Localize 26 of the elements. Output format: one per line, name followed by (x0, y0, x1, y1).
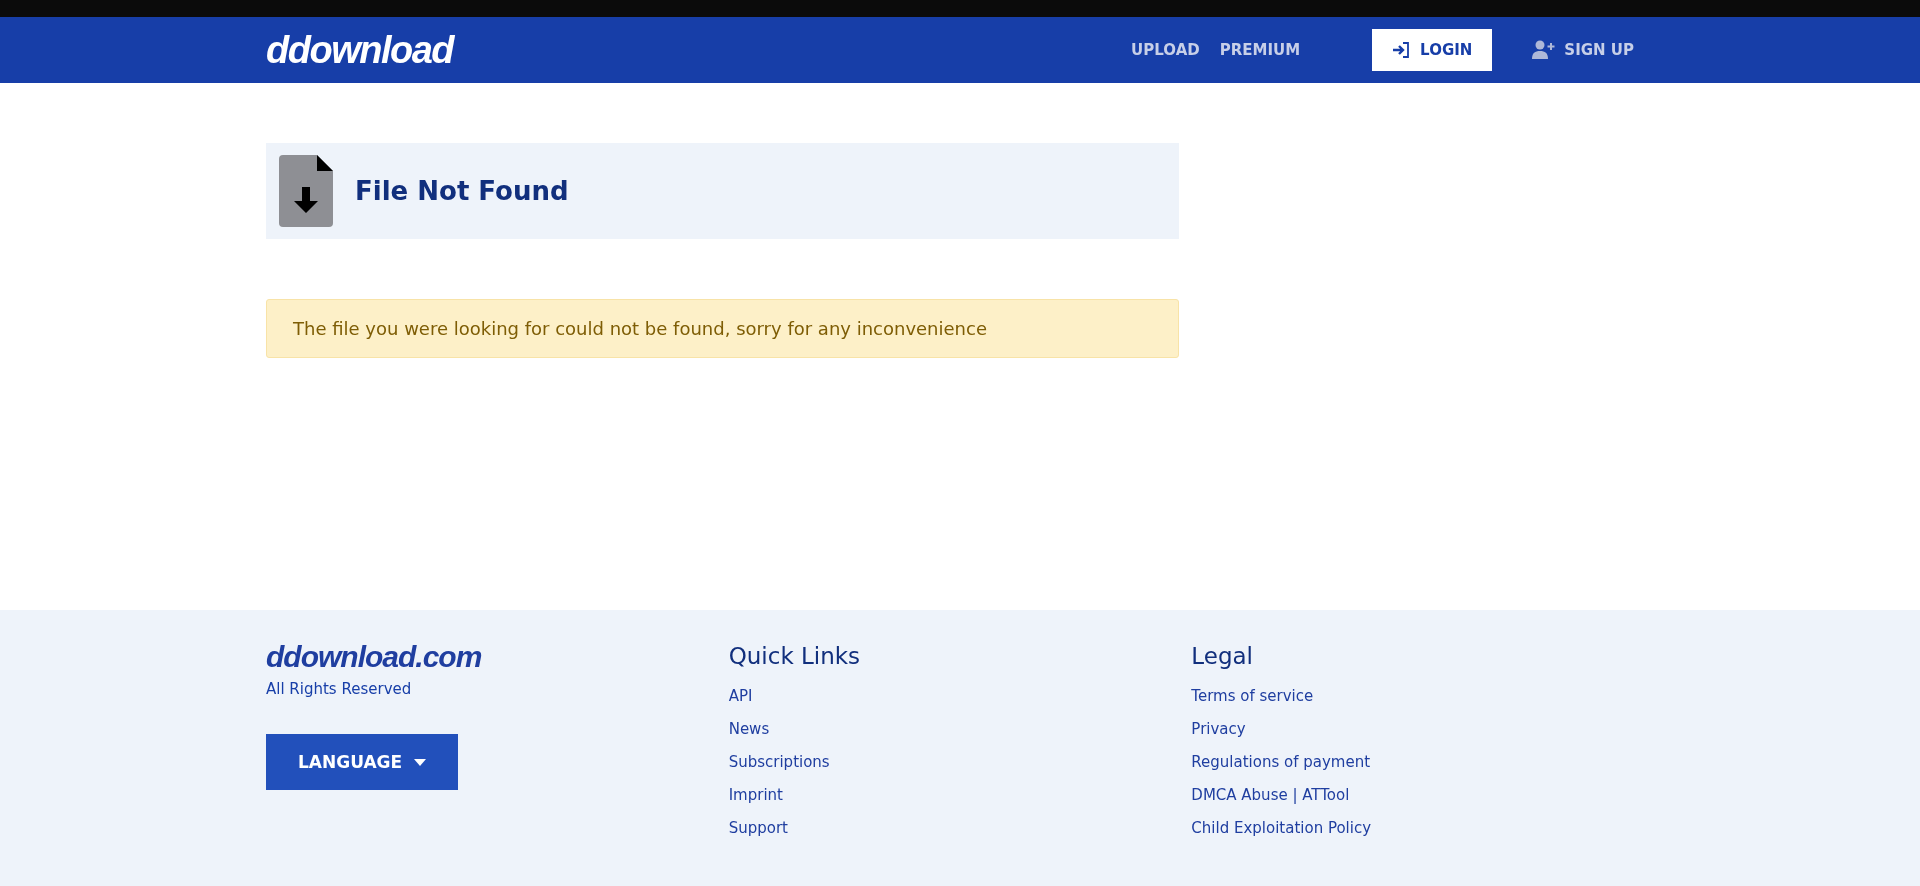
footer-link[interactable]: Privacy (1191, 720, 1246, 738)
footer-link[interactable]: Support (728, 819, 788, 837)
login-button[interactable]: LOGIN (1372, 29, 1493, 71)
footer-link[interactable]: Imprint (728, 786, 783, 804)
footer-heading: Legal (1191, 643, 1253, 669)
alert-message: The file you were looking for could not be found, sorry for any inconvenience (293, 318, 987, 339)
nav-link[interactable]: UPLOAD (1131, 41, 1200, 59)
page-title: File Not Found (355, 176, 569, 206)
footer-link[interactable]: Subscriptions (728, 753, 830, 771)
site-logo[interactable]: ddownload (266, 28, 454, 72)
caret-icon (414, 758, 427, 766)
footer-link[interactable]: News (728, 720, 770, 738)
user-plus-icon (1532, 40, 1557, 60)
footer-link[interactable]: DMCA Abuse | ATTool (1191, 786, 1350, 804)
footer-link[interactable]: Regulations of payment (1191, 753, 1371, 771)
language-button[interactable]: LANGUAGE (266, 734, 459, 790)
file-download-icon (279, 155, 333, 227)
footer-link[interactable]: API (728, 687, 753, 705)
signup-link[interactable]: SIGN UP (1532, 40, 1634, 60)
footer-link[interactable]: Terms of service (1191, 687, 1314, 705)
footer-link[interactable]: Child Exploitation Policy (1191, 819, 1372, 837)
footer-logo[interactable]: ddownload.com (266, 640, 482, 674)
copyright-text: All Rights Reserved (266, 680, 412, 698)
nav-link[interactable]: PREMIUM (1219, 41, 1301, 59)
footer-heading: Quick Links (728, 643, 861, 669)
sign-in-icon (1392, 42, 1411, 58)
